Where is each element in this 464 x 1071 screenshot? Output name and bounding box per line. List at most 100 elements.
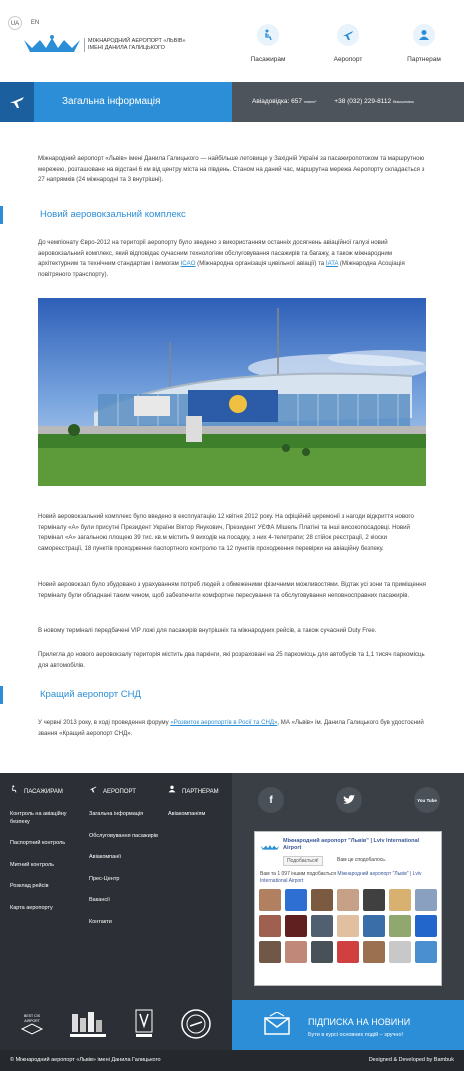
- footer-col-partners: ПАРТНЕРАМ Авіакомпаніям: [168, 773, 230, 833]
- footer-col-airport-head: АЕРОПОРТ: [89, 773, 159, 811]
- airport-logo: [260, 845, 280, 850]
- facebook-widget: Міжнародний аеропорт "Львів" | Lviv Inte…: [254, 831, 442, 986]
- fb-faces-grid: [259, 889, 437, 963]
- fan-avatar[interactable]: [337, 915, 359, 937]
- fan-avatar[interactable]: [285, 941, 307, 963]
- fan-avatar[interactable]: [363, 915, 385, 937]
- footer-link[interactable]: Прес-Центр: [89, 876, 159, 884]
- nav-airport[interactable]: Аеропорт: [318, 24, 378, 63]
- fan-avatar[interactable]: [259, 915, 281, 937]
- partner-logos: BEST CIS AIRPORT: [0, 1000, 232, 1050]
- footer-bottom: BEST CIS AIRPORT ПІДПИСКА НА НОВИНИ Бути…: [0, 1000, 464, 1050]
- lang-ua-link[interactable]: UA: [8, 16, 22, 30]
- section-title-1: Новий аеровокзальний комплекс: [40, 209, 186, 220]
- page-title: Загальна інформація: [34, 82, 232, 122]
- fan-avatar[interactable]: [311, 915, 333, 937]
- fan-avatar[interactable]: [285, 915, 307, 937]
- passenger-icon: [10, 773, 18, 811]
- fan-avatar[interactable]: [415, 915, 437, 937]
- paragraph-2: Новий аеровокзальний комплекс було введе…: [38, 513, 414, 552]
- phone-number[interactable]: +38 (032) 229-8112: [334, 98, 391, 105]
- best-cis-airport-label: BEST CIS AIRPORT: [24, 1014, 40, 1023]
- fan-avatar[interactable]: [311, 941, 333, 963]
- phone-note: безкоштовно: [392, 100, 414, 104]
- fan-avatar[interactable]: [389, 941, 411, 963]
- plane-icon: [0, 82, 34, 122]
- nav-partners[interactable]: Партнерам: [394, 24, 454, 63]
- facebook-icon[interactable]: f: [258, 787, 284, 813]
- lang-en-link[interactable]: EN: [28, 16, 42, 30]
- footer-link[interactable]: Авіакомпанії: [89, 854, 159, 862]
- seal-logo[interactable]: [180, 1008, 212, 1040]
- logo-line-2: ІМЕНІ ДАНИЛА ГАЛИЦЬКОГО: [88, 45, 165, 51]
- footer-col-airport-title: АЕРОПОРТ: [103, 789, 136, 795]
- airport-logo[interactable]: [22, 34, 82, 54]
- plane-icon: [337, 24, 359, 46]
- fan-avatar[interactable]: [363, 941, 385, 963]
- twitter-icon[interactable]: [336, 787, 362, 813]
- fan-avatar[interactable]: [363, 889, 385, 911]
- para6-text-a: У червні 2013 року, в ході проведення фо…: [38, 719, 171, 726]
- footer-col-passengers-title: ПАСАЖИРАМ: [24, 789, 63, 795]
- footer-link[interactable]: Митний контроль: [10, 862, 82, 870]
- fan-avatar[interactable]: [259, 941, 281, 963]
- footer-col-passengers-head: ПАСАЖИРАМ: [10, 773, 82, 811]
- footer-link[interactable]: Контроль на авіаційну безпеку: [10, 811, 82, 826]
- section-accent: [0, 206, 3, 224]
- paragraph-6: У червні 2013 року, в ході проведення фо…: [38, 718, 430, 739]
- page-banner: Загальна інформація Авіадовідка: 657 пла…: [0, 82, 464, 122]
- fan-avatar[interactable]: [337, 889, 359, 911]
- fan-avatar[interactable]: [415, 941, 437, 963]
- fb-liked-text: Вам це сподобалось.: [337, 857, 387, 863]
- nav-partners-label: Партнерам: [407, 56, 441, 63]
- footer-link[interactable]: Вакансії: [89, 897, 159, 905]
- plane-icon: [89, 773, 97, 811]
- icao-link[interactable]: ICAO: [181, 260, 196, 267]
- footer-link[interactable]: Авіакомпаніям: [168, 811, 230, 819]
- fan-avatar[interactable]: [259, 889, 281, 911]
- footer-link[interactable]: Обслуговування пасажирів: [89, 833, 159, 841]
- contact-info: Авіадовідка: 657 платно* +38 (032) 229-8…: [232, 82, 464, 122]
- partner-emblem-logo[interactable]: [134, 1008, 154, 1040]
- footer-link[interactable]: Розклад рейсів: [10, 883, 82, 891]
- forum-link[interactable]: «Розвиток аеропортів в Росії та СНД»: [170, 719, 277, 726]
- footer-link[interactable]: Контакти: [89, 919, 159, 927]
- site-header: UA EN МІЖНАРОДНИЙ АЕРОПОРТ «ЛЬВІВ» ІМЕНІ…: [0, 0, 464, 82]
- fan-avatar[interactable]: [285, 889, 307, 911]
- subscribe-title: ПІДПИСКА НА НОВИНИ: [308, 1017, 411, 1027]
- footer-col-passengers: ПАСАЖИРАМ Контроль на авіаційну безпеку …: [10, 773, 82, 926]
- helpdesk-note: платно*: [303, 100, 317, 104]
- footer-link[interactable]: Паспортний контроль: [10, 840, 82, 848]
- youtube-icon[interactable]: You Tube: [414, 787, 440, 813]
- paragraph-5: Прилегла до нового аеровокзалу територія…: [38, 651, 425, 669]
- envelope-icon: [264, 1012, 290, 1035]
- fb-count-text: Вам та 1 097 іншим подобається Міжнародн…: [260, 871, 438, 885]
- newsletter-subscribe[interactable]: ПІДПИСКА НА НОВИНИ Бути в курсі основних…: [232, 1000, 464, 1050]
- section-accent: [0, 686, 3, 704]
- nav-airport-label: Аеропорт: [333, 56, 363, 63]
- footer-link[interactable]: Загальна інформація: [89, 811, 159, 819]
- copyright-text: © Міжнародний аеропорт «Львів» імені Дан…: [10, 1057, 161, 1063]
- footer-col-partners-title: ПАРТНЕРАМ: [182, 789, 219, 795]
- fan-avatar[interactable]: [389, 915, 411, 937]
- fan-avatar[interactable]: [337, 941, 359, 963]
- helpdesk-label: Авіадовідка: 657: [252, 98, 303, 105]
- site-footer: ПАСАЖИРАМ Контроль на авіаційну безпеку …: [0, 773, 464, 1000]
- partners-icon: [168, 773, 176, 811]
- development-logo[interactable]: [68, 1010, 108, 1040]
- nav-passengers[interactable]: Пасажирам: [238, 24, 298, 63]
- fan-avatar[interactable]: [415, 889, 437, 911]
- subscribe-text: Бути в курсі основних подій – зручно!: [308, 1032, 404, 1038]
- fan-avatar[interactable]: [311, 889, 333, 911]
- logo-line-1: МІЖНАРОДНИЙ АЕРОПОРТ «ЛЬВІВ»: [88, 38, 186, 44]
- iata-link[interactable]: IATA: [326, 260, 338, 267]
- best-cis-airport-logo[interactable]: BEST CIS AIRPORT: [16, 1014, 48, 1037]
- footer-col-partners-head: ПАРТНЕРАМ: [168, 773, 230, 811]
- developer-credit[interactable]: Designed & Developed by Bambuk: [369, 1050, 454, 1071]
- fb-page-name[interactable]: Міжнародний аеропорт "Львів" | Lviv Inte…: [283, 838, 433, 852]
- partners-icon: [413, 24, 435, 46]
- footer-link[interactable]: Карта аеропорту: [10, 905, 82, 913]
- fan-avatar[interactable]: [389, 889, 411, 911]
- fb-like-button[interactable]: Подобається!: [283, 856, 323, 866]
- paragraph-3: Новий аеровокзал було збудовано з урахув…: [38, 581, 426, 599]
